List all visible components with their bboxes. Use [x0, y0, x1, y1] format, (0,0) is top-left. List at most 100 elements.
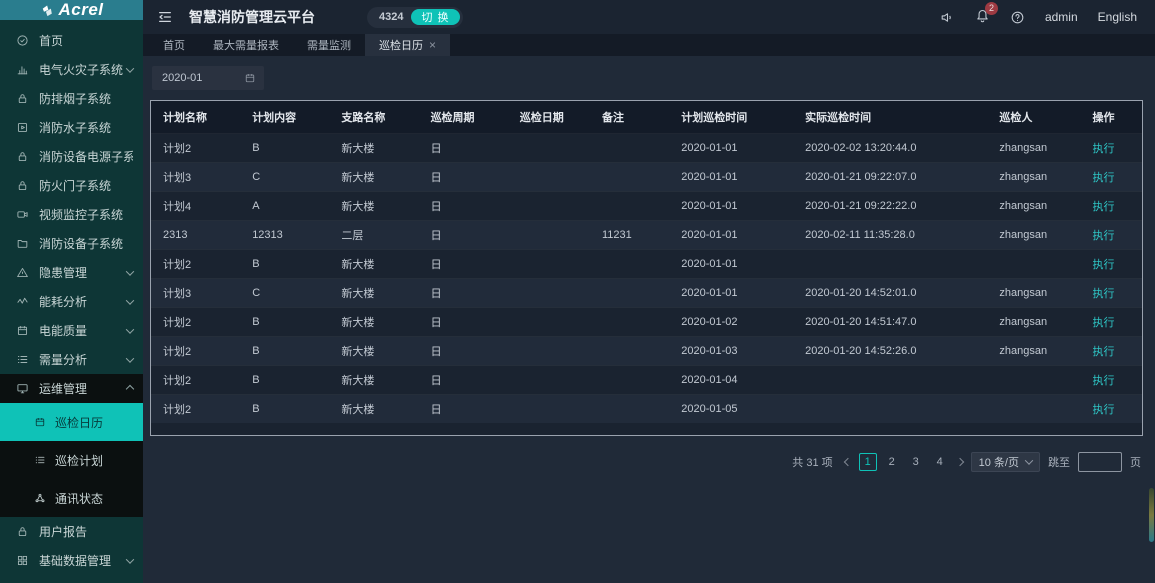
chevron-down-icon	[126, 354, 134, 362]
execute-link[interactable]: 执行	[1093, 375, 1115, 387]
table-cell: 计划2	[151, 134, 240, 163]
execute-link[interactable]: 执行	[1093, 230, 1115, 242]
tab-label: 首页	[163, 37, 185, 53]
calendar-icon	[16, 324, 29, 337]
sidebar-item-7[interactable]: 视频监控子系统	[0, 200, 143, 229]
submenu-item-2[interactable]: 巡检计划	[0, 441, 143, 479]
table-cell	[590, 192, 669, 221]
tabs-bar: 首页最大需量报表需量监测巡检日历×	[143, 34, 1155, 56]
sidebar-item-14[interactable]: 用户报告	[0, 517, 143, 546]
switch-station-button[interactable]: 切 换	[411, 9, 459, 25]
execute-link[interactable]: 执行	[1093, 346, 1115, 358]
notifications-button[interactable]: 2	[975, 8, 990, 26]
close-icon[interactable]: ×	[429, 39, 436, 51]
monitor-icon	[16, 382, 29, 395]
prev-page-icon[interactable]	[843, 458, 851, 466]
next-page-icon[interactable]	[955, 458, 963, 466]
execute-link[interactable]: 执行	[1093, 404, 1115, 416]
table-cell: zhangsan	[987, 192, 1080, 221]
tab-2[interactable]: 最大需量报表	[199, 34, 293, 56]
action-cell: 执行	[1081, 337, 1142, 366]
table-cell	[590, 163, 669, 192]
lock-icon	[16, 179, 29, 192]
sidebar-item-label: 用户报告	[39, 523, 87, 540]
chevron-down-icon	[126, 555, 134, 563]
sidebar-item-label: 防排烟子系统	[39, 90, 111, 107]
submenu-item-1[interactable]: 巡检日历	[0, 403, 143, 441]
action-cell: 执行	[1081, 163, 1142, 192]
table-cell: A	[240, 192, 329, 221]
sidebar-item-8[interactable]: 消防设备子系统	[0, 229, 143, 258]
submenu-item-3[interactable]: 通讯状态	[0, 479, 143, 517]
action-cell: 执行	[1081, 250, 1142, 279]
table-cell: 2020-01-01	[669, 192, 793, 221]
sidebar-item-15[interactable]: 基础数据管理	[0, 546, 143, 575]
notification-badge: 2	[985, 2, 998, 15]
table-cell: 计划2	[151, 395, 240, 424]
table-cell: 计划3	[151, 163, 240, 192]
page-button-3[interactable]: 3	[907, 453, 925, 471]
calendar-icon[interactable]	[244, 72, 256, 84]
page-button-2[interactable]: 2	[883, 453, 901, 471]
month-picker[interactable]	[152, 66, 264, 90]
brand-logo-text: Acrel	[58, 0, 103, 20]
sidebar-item-1[interactable]: 首页	[0, 26, 143, 55]
table-cell: 2020-01-01	[669, 279, 793, 308]
page-size-select[interactable]: 10 条/页	[971, 452, 1040, 472]
chevron-down-icon	[1025, 456, 1033, 464]
table-cell: B	[240, 250, 329, 279]
sidebar-item-label: 电能质量	[39, 322, 87, 339]
action-cell: 执行	[1081, 308, 1142, 337]
sidebar-item-label: 需量分析	[39, 351, 87, 368]
table-cell: 日	[419, 163, 508, 192]
table-cell: 新大楼	[329, 134, 418, 163]
menu-fold-icon[interactable]	[157, 9, 173, 25]
action-cell: 执行	[1081, 395, 1142, 424]
sidebar-item-13[interactable]: 运维管理	[0, 374, 143, 403]
sidebar-item-5[interactable]: 消防设备电源子系统	[0, 142, 143, 171]
table-cell	[590, 134, 669, 163]
sidebar-item-16[interactable]: 系统设置	[0, 575, 143, 583]
execute-link[interactable]: 执行	[1093, 288, 1115, 300]
action-cell: 执行	[1081, 134, 1142, 163]
announcement-icon[interactable]	[940, 10, 955, 25]
table-cell: B	[240, 134, 329, 163]
tab-4[interactable]: 巡检日历×	[365, 34, 450, 56]
sidebar-item-4[interactable]: 消防水子系统	[0, 113, 143, 142]
sidebar-item-3[interactable]: 防排烟子系统	[0, 84, 143, 113]
table-cell: B	[240, 366, 329, 395]
table-cell: B	[240, 395, 329, 424]
action-cell: 执行	[1081, 192, 1142, 221]
vertical-scrollbar-thumb[interactable]	[1149, 488, 1154, 542]
page-button-1[interactable]: 1	[859, 453, 877, 471]
sidebar-item-11[interactable]: 电能质量	[0, 316, 143, 345]
help-icon[interactable]	[1010, 10, 1025, 25]
chevron-down-icon	[126, 267, 134, 275]
language-switcher[interactable]: English	[1098, 10, 1137, 24]
table-cell: 2020-02-02 13:20:44.0	[793, 134, 987, 163]
execute-link[interactable]: 执行	[1093, 201, 1115, 213]
sidebar-item-6[interactable]: 防火门子系统	[0, 171, 143, 200]
tab-1[interactable]: 首页	[149, 34, 199, 56]
sidebar-item-10[interactable]: 能耗分析	[0, 287, 143, 316]
tab-3[interactable]: 需量监测	[293, 34, 365, 56]
share-icon	[34, 492, 46, 504]
table-cell: 计划2	[151, 308, 240, 337]
execute-link[interactable]: 执行	[1093, 317, 1115, 329]
pagination: 共 31 项 1234 10 条/页 跳至 页	[150, 452, 1141, 472]
user-menu[interactable]: admin	[1045, 10, 1078, 24]
sidebar-item-2[interactable]: 电气火灾子系统	[0, 55, 143, 84]
lock-icon	[16, 150, 29, 163]
execute-link[interactable]: 执行	[1093, 143, 1115, 155]
sidebar-item-12[interactable]: 需量分析	[0, 345, 143, 374]
table-cell: 2020-01-01	[669, 163, 793, 192]
jump-page-input[interactable]	[1078, 452, 1122, 472]
table-row: 计划2B新大楼日2020-01-04执行	[151, 366, 1142, 395]
submenu-item-label: 巡检日历	[55, 414, 103, 431]
sidebar-item-9[interactable]: 隐患管理	[0, 258, 143, 287]
execute-link[interactable]: 执行	[1093, 172, 1115, 184]
column-header: 巡检日期	[508, 101, 590, 134]
execute-link[interactable]: 执行	[1093, 259, 1115, 271]
column-header: 实际巡检时间	[793, 101, 987, 134]
page-button-4[interactable]: 4	[931, 453, 949, 471]
